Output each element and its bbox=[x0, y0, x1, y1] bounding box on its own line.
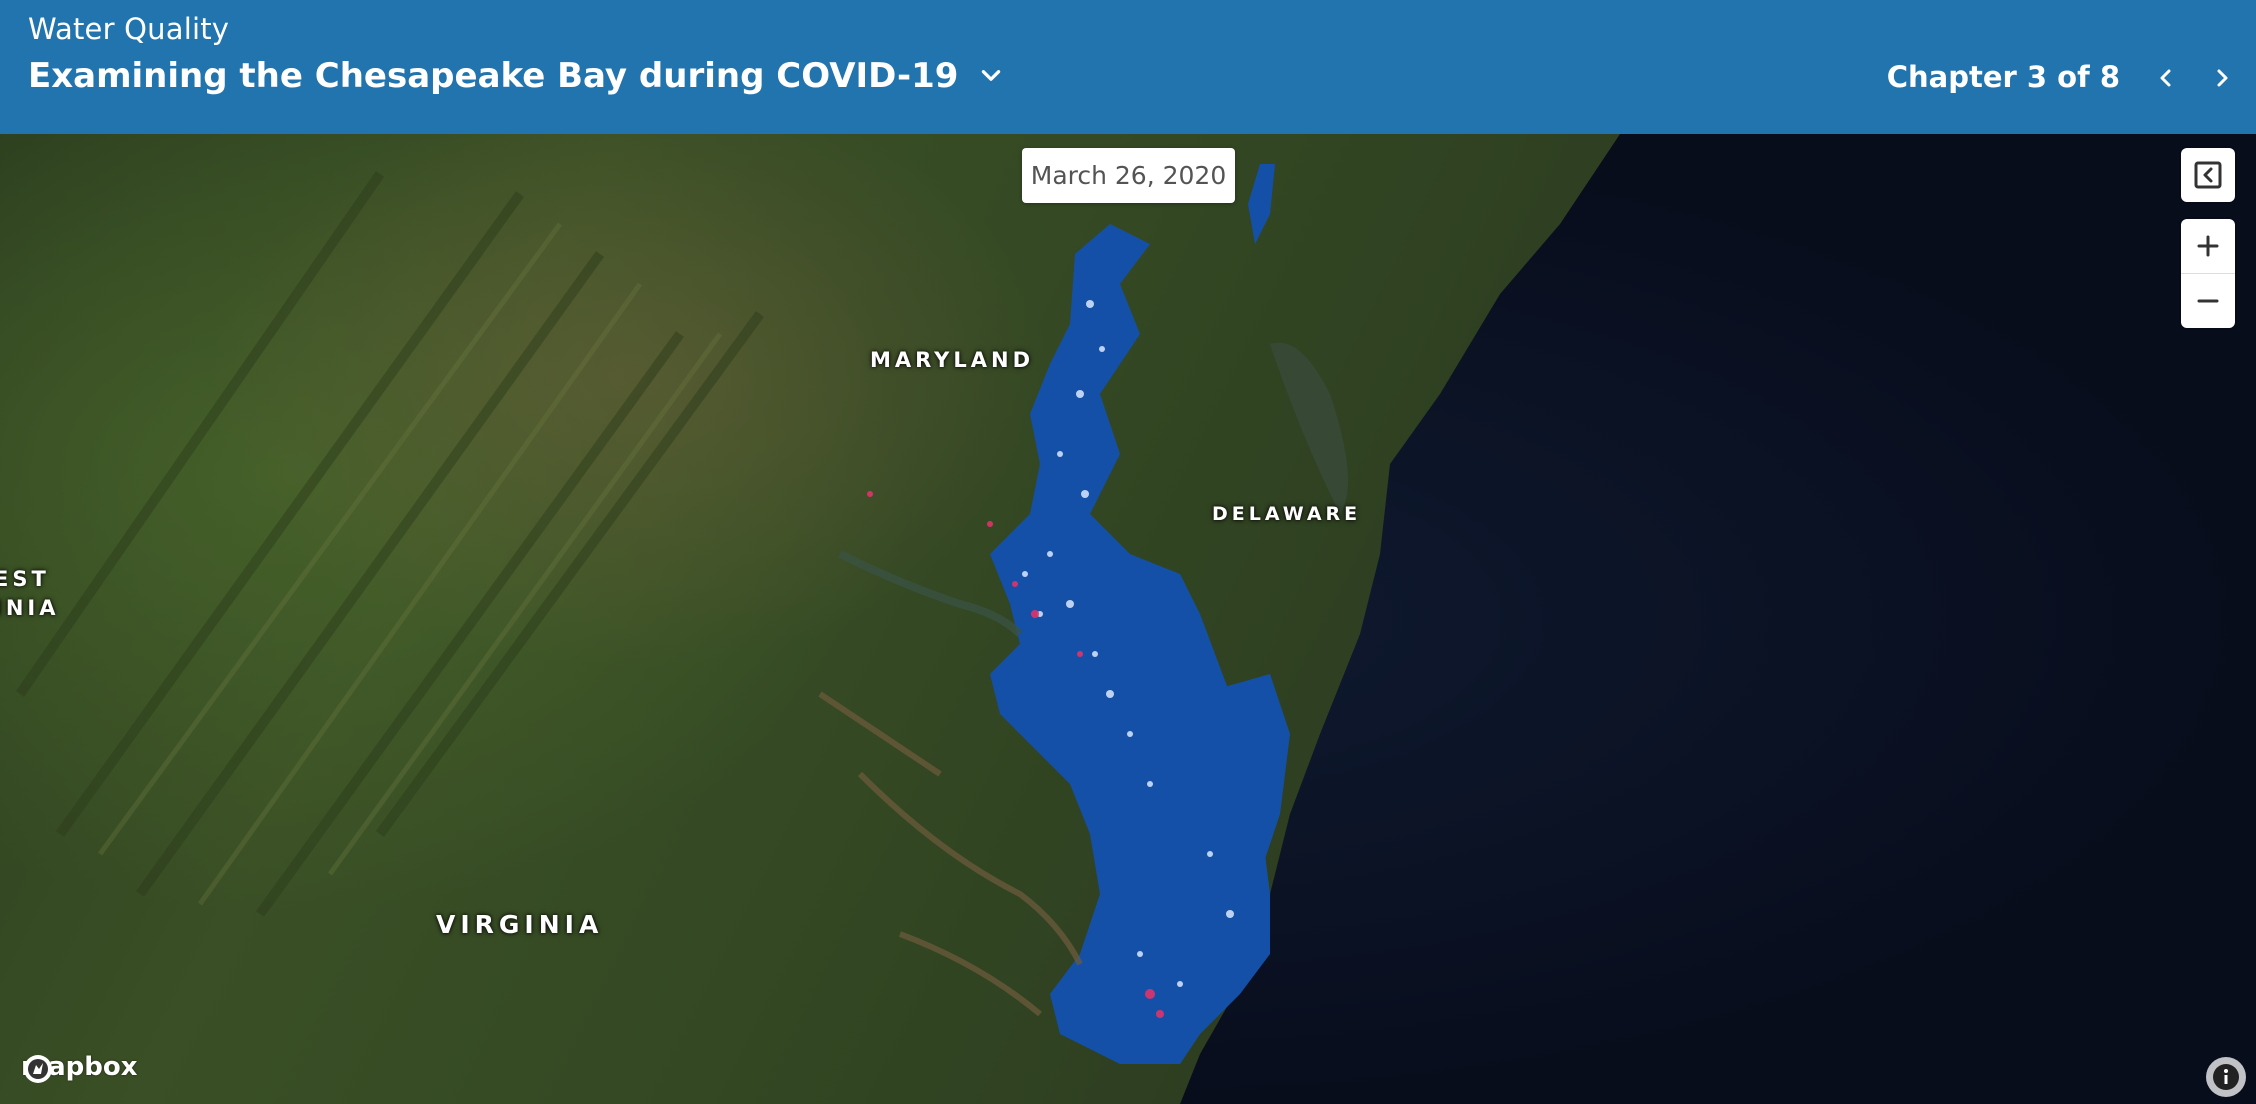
info-icon bbox=[2213, 1064, 2239, 1090]
chevron-right-icon bbox=[2217, 69, 2228, 87]
story-title-dropdown[interactable]: Examining the Chesapeake Bay during COVI… bbox=[28, 56, 1004, 96]
zoom-in-button[interactable] bbox=[2181, 219, 2235, 273]
top-bar: Water Quality Examining the Chesapeake B… bbox=[0, 0, 2256, 134]
next-chapter-button[interactable] bbox=[2202, 58, 2242, 98]
story-title: Examining the Chesapeake Bay during COVI… bbox=[28, 56, 959, 96]
plus-icon bbox=[2197, 235, 2219, 257]
collapse-panel-button[interactable] bbox=[2181, 148, 2235, 202]
map-label-maryland: MARYLAND bbox=[870, 348, 1035, 372]
map-label-delaware: DELAWARE bbox=[1212, 503, 1362, 525]
collapse-panel-icon bbox=[2194, 161, 2222, 189]
chevron-down-icon bbox=[982, 70, 1001, 81]
map-label-west-virginia-line1: EST bbox=[0, 567, 50, 591]
mapbox-logo-icon bbox=[24, 1055, 52, 1083]
chapter-indicator: Chapter 3 of 8 bbox=[1886, 60, 2120, 94]
map-canvas[interactable]: MARYLAND DELAWARE VIRGINIA EST INIA mapb… bbox=[0, 134, 2256, 1104]
previous-chapter-button[interactable] bbox=[2146, 58, 2186, 98]
attribution-info-button[interactable] bbox=[2206, 1057, 2246, 1097]
satellite-basemap bbox=[0, 134, 2256, 1104]
mapbox-logo[interactable]: mapbox bbox=[21, 1052, 138, 1083]
section-kicker: Water Quality bbox=[28, 12, 230, 46]
map-label-virginia: VIRGINIA bbox=[436, 910, 604, 939]
zoom-out-button[interactable] bbox=[2181, 273, 2235, 328]
chevron-left-icon bbox=[2160, 69, 2171, 87]
zoom-control bbox=[2181, 219, 2235, 328]
date-badge: March 26, 2020 bbox=[1022, 148, 1235, 203]
minus-icon bbox=[2197, 299, 2219, 303]
map-label-west-virginia-line2: INIA bbox=[0, 596, 60, 620]
